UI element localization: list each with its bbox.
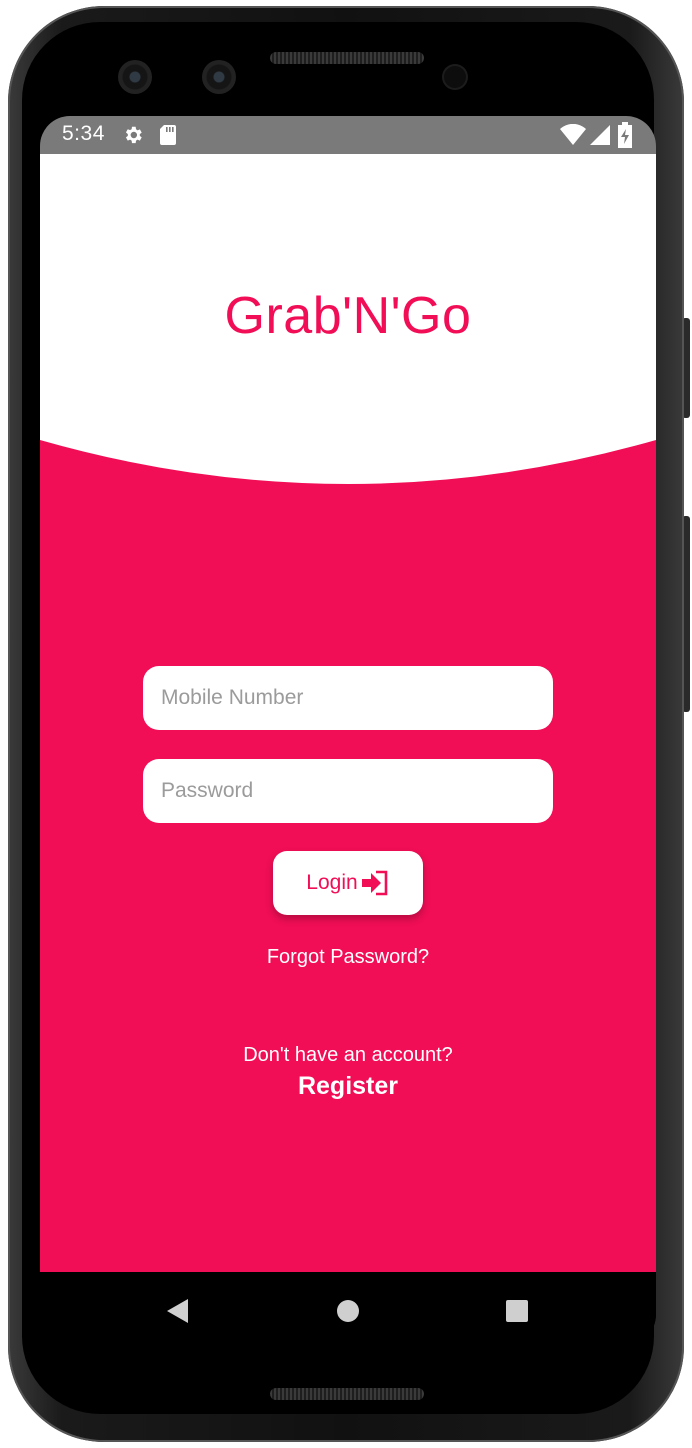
login-button-label: Login (306, 871, 358, 894)
front-camera (118, 60, 152, 94)
screen: 5:34 Grab'N'Go Mobile Number Login Forgo… (40, 116, 656, 1348)
mobile-number-input[interactable] (143, 666, 553, 730)
battery-charging-icon (618, 122, 632, 153)
page: 5:34 Grab'N'Go Mobile Number Login Forgo… (0, 0, 692, 1448)
sd-card-icon (158, 124, 178, 151)
login-arrow-icon (360, 870, 390, 896)
settings-icon (122, 124, 144, 151)
back-icon[interactable] (166, 1298, 190, 1329)
register-link[interactable]: Register (40, 1072, 656, 1101)
status-bar: 5:34 (40, 116, 656, 154)
recents-icon[interactable] (506, 1300, 528, 1327)
status-time: 5:34 (62, 122, 105, 145)
forgot-password-link[interactable]: Forgot Password? (40, 946, 656, 969)
signal-icon (590, 125, 610, 150)
wifi-icon (560, 123, 586, 151)
no-account-text: Don't have an account? (243, 1044, 453, 1066)
home-icon[interactable] (337, 1300, 359, 1327)
login-screen: Grab'N'Go Login Forgot Password? Don't h… (40, 154, 656, 1272)
proximity-sensor (444, 66, 466, 88)
login-button[interactable]: Login (273, 851, 423, 915)
earpiece-speaker (270, 52, 424, 64)
bottom-speaker (270, 1388, 424, 1400)
app-title: Grab'N'Go (224, 287, 472, 345)
front-camera-secondary (202, 60, 236, 94)
password-input[interactable] (143, 759, 553, 823)
navigation-bar (40, 1272, 656, 1348)
